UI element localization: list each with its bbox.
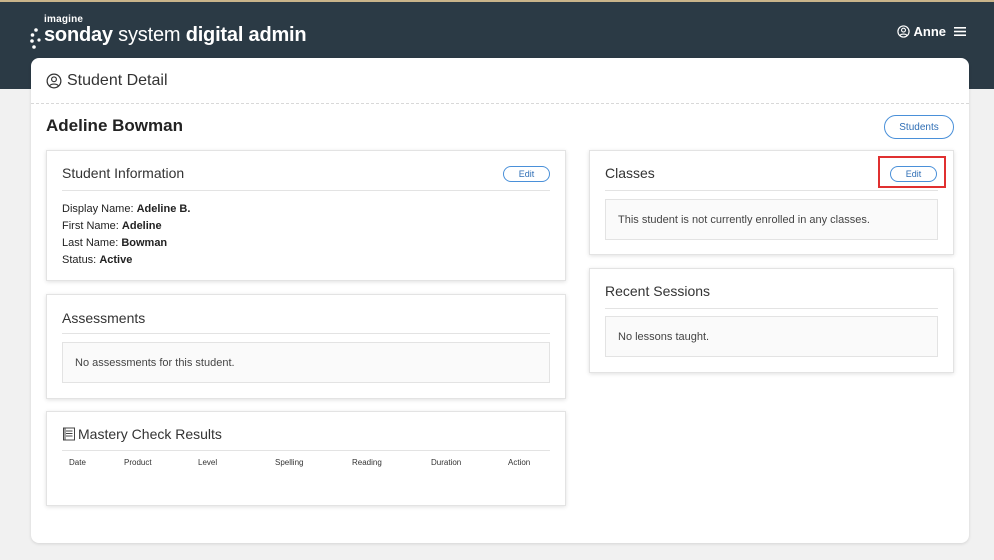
brand-word-system: system [112, 24, 186, 46]
page-header: Student Detail [31, 58, 969, 104]
first-name-label: First Name: [62, 220, 119, 232]
student-info-list: Display Name: Adeline B. First Name: Ade… [62, 201, 190, 269]
assessments-panel: Assessments No assessments for this stud… [46, 294, 566, 399]
first-name-row: First Name: Adeline [62, 218, 190, 235]
edit-student-info-button[interactable]: Edit [503, 166, 550, 182]
divider [62, 333, 550, 334]
divider [62, 450, 550, 451]
panel-title: Recent Sessions [605, 283, 711, 299]
mastery-title-text: Mastery Check Results [78, 426, 222, 442]
student-name-heading: Adeline Bowman [46, 116, 183, 135]
sessions-empty-message: No lessons taught. [605, 316, 938, 357]
panel-title: Assessments [62, 310, 146, 326]
panel-title: Classes [605, 165, 655, 181]
assessments-empty-message: No assessments for this student. [62, 342, 550, 383]
page-title: Student Detail [67, 71, 168, 89]
first-name-value: Adeline [121, 220, 162, 232]
column-header-spelling: Spelling [275, 458, 304, 467]
brand-word-digital-admin: digital admin [185, 24, 307, 46]
column-header-action: Action [508, 458, 531, 467]
status-row: Status: Active [62, 252, 190, 269]
brand-title: sonday system digital admin [44, 24, 307, 47]
user-circle-icon [46, 73, 62, 88]
display-name-label: Display Name: [62, 203, 134, 215]
last-name-row: Last Name: Bowman [62, 235, 190, 252]
brand-dots-icon [30, 28, 41, 49]
display-name-row: Display Name: Adeline B. [62, 201, 190, 218]
status-value: Active [99, 254, 133, 266]
divider [62, 190, 550, 191]
user-menu[interactable]: Anne [896, 24, 966, 39]
column-header-reading: Reading [352, 458, 382, 467]
divider [605, 308, 938, 309]
column-header-product: Product [124, 458, 152, 467]
recent-sessions-panel: Recent Sessions No lessons taught. [589, 268, 954, 373]
status-label: Status: [62, 254, 97, 266]
column-header-date: Date [69, 458, 86, 467]
last-name-value: Bowman [121, 237, 168, 249]
display-name-value: Adeline B. [136, 203, 191, 215]
brand-word-sonday: sonday [44, 24, 113, 46]
panel-title: Student Information [62, 165, 185, 181]
user-name: Anne [913, 24, 947, 39]
mastery-check-panel: Mastery Check Results Date Product Level… [46, 411, 566, 506]
classes-empty-message: This student is not currently enrolled i… [605, 199, 938, 240]
column-header-duration: Duration [431, 458, 462, 467]
students-button[interactable]: Students [884, 115, 954, 139]
divider [605, 190, 938, 191]
student-detail-card: Student Detail Adeline Bowman Students S… [31, 58, 969, 543]
user-circle-icon [896, 25, 910, 38]
list-document-icon [63, 427, 75, 441]
student-information-panel: Student Information Edit Display Name: A… [46, 150, 566, 281]
column-header-level: Level [198, 458, 218, 467]
hamburger-menu-icon[interactable] [954, 26, 966, 37]
panel-title: Mastery Check Results [62, 426, 222, 442]
last-name-label: Last Name: [62, 237, 119, 249]
highlight-box [878, 156, 946, 188]
